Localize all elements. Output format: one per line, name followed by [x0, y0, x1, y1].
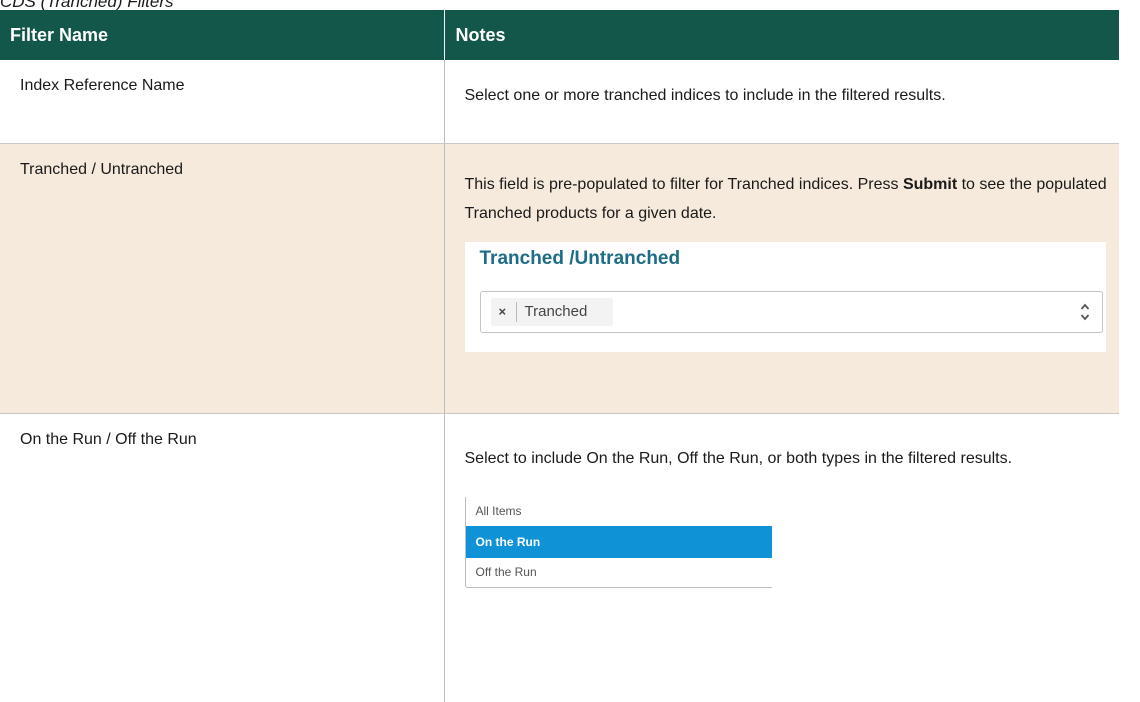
option-off-the-run[interactable]: Off the Run	[466, 558, 772, 587]
notes-text: This field is pre-populated to filter fo…	[465, 170, 1108, 228]
run-options-list: All Items On the Run Off the Run	[465, 497, 772, 588]
notes-cell: Select one or more tranched indices to i…	[444, 60, 1119, 144]
filter-name-cell: Index Reference Name	[0, 60, 444, 144]
tranched-select[interactable]: × Tranched	[480, 291, 1103, 333]
table-caption: CDS (Tranched) Filters	[0, 0, 174, 10]
table-header-row: Filter Name Notes	[0, 10, 1119, 60]
option-on-the-run[interactable]: On the Run	[466, 526, 772, 558]
tranched-filter-title: Tranched /Untranched	[480, 246, 681, 272]
header-filter-name: Filter Name	[0, 10, 444, 60]
tag-divider	[516, 302, 517, 322]
filter-name-cell: On the Run / Off the Run	[0, 414, 444, 702]
notes-text: Select to include On the Run, Off the Ru…	[465, 444, 1108, 473]
filters-table: Filter Name Notes Index Reference Name S…	[0, 10, 1119, 702]
notes-cell: This field is pre-populated to filter fo…	[444, 144, 1119, 414]
header-notes: Notes	[444, 10, 1119, 60]
table-row: On the Run / Off the Run Select to inclu…	[0, 414, 1119, 702]
table-row: Index Reference Name Select one or more …	[0, 60, 1119, 144]
up-down-chevron-icon[interactable]	[1080, 302, 1090, 322]
tag-label: Tranched	[525, 302, 588, 322]
option-all-items[interactable]: All Items	[466, 497, 772, 526]
notes-cell: Select to include On the Run, Off the Ru…	[444, 414, 1119, 702]
tranched-filter-screenshot: Tranched /Untranched × Tranched	[465, 242, 1106, 352]
filter-name-cell: Tranched / Untranched	[0, 144, 444, 414]
tranched-tag: × Tranched	[491, 298, 613, 326]
notes-text-part: This field is pre-populated to filter fo…	[465, 176, 903, 193]
submit-keyword: Submit	[903, 176, 957, 193]
table-row: Tranched / Untranched This field is pre-…	[0, 144, 1119, 414]
remove-tag-icon[interactable]: ×	[499, 302, 507, 322]
